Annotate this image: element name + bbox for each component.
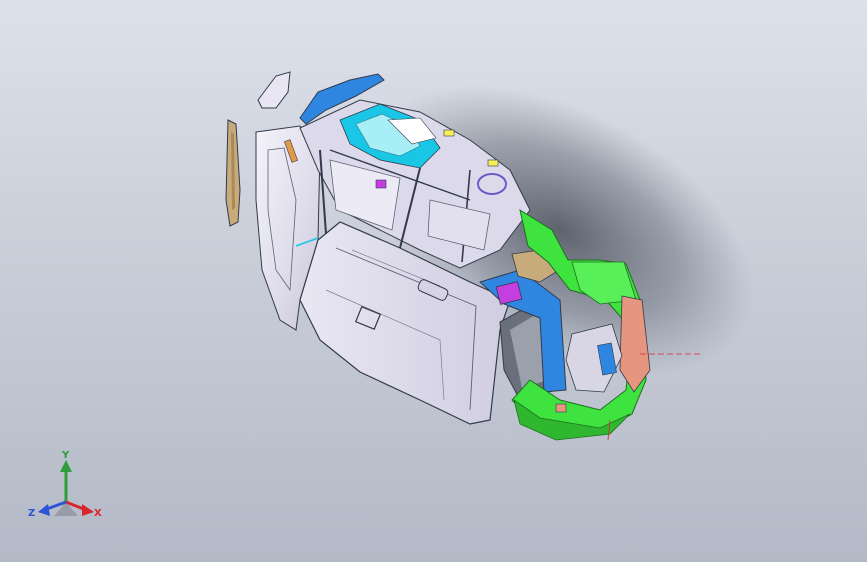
triad-y-arrow-icon	[60, 460, 72, 472]
triad-x-arrow-icon	[82, 504, 94, 516]
triad-z-label: Z	[28, 508, 35, 519]
graphics-viewport[interactable]: Y X Z	[0, 0, 867, 562]
bracket-part[interactable]	[257, 71, 291, 109]
yellow-marker-1	[443, 129, 455, 137]
cab-assembly-model[interactable]	[0, 0, 867, 562]
triad-y-label: Y	[61, 450, 70, 461]
salmon-marker-low	[555, 403, 567, 413]
triad-x-label: X	[94, 508, 102, 519]
triad-z-arrow-icon	[38, 504, 50, 516]
magenta-block-small	[375, 179, 387, 189]
yellow-marker-2	[487, 159, 499, 167]
view-orientation-triad[interactable]: Y X Z	[26, 448, 106, 528]
